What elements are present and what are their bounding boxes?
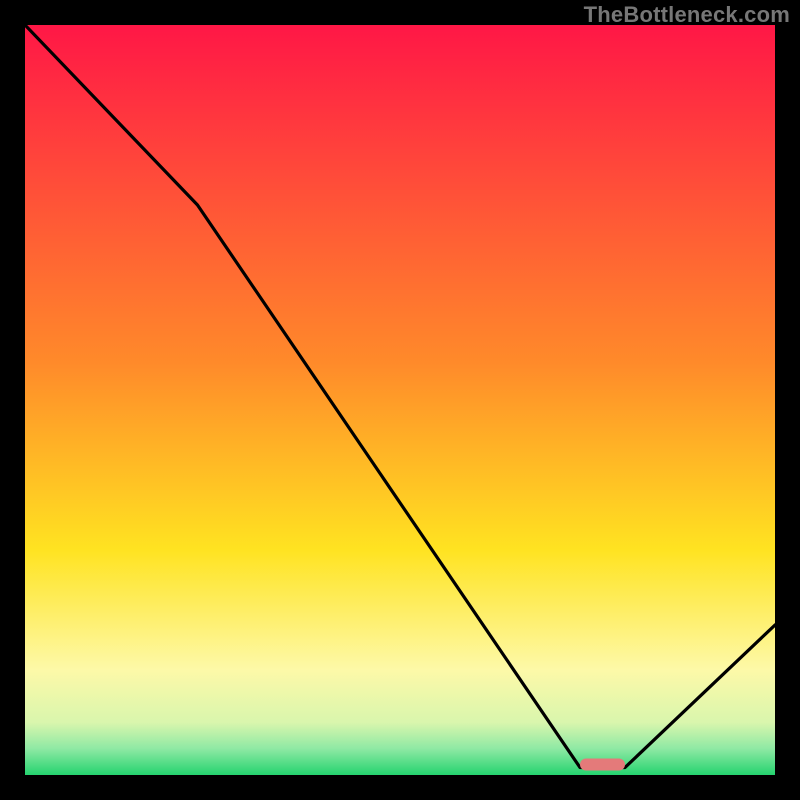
optimal-marker [580, 759, 625, 771]
chart-svg [25, 25, 775, 775]
gradient-background [25, 25, 775, 775]
chart-frame: TheBottleneck.com [0, 0, 800, 800]
plot-area [25, 25, 775, 775]
watermark-text: TheBottleneck.com [584, 2, 790, 28]
